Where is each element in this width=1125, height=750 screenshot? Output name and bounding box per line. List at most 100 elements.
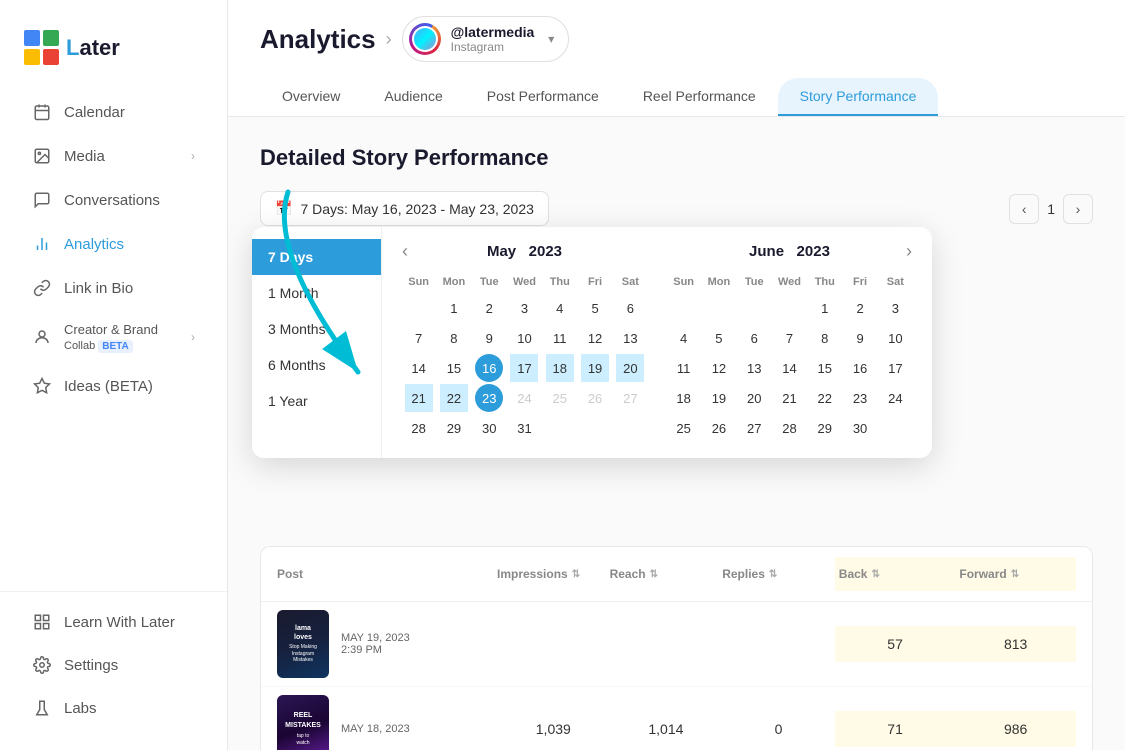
impressions-value: 1,039 bbox=[497, 721, 610, 737]
cal-day-31[interactable]: 31 bbox=[510, 414, 538, 442]
jun-day-30[interactable]: 30 bbox=[846, 414, 874, 442]
day-header: Wed bbox=[773, 272, 806, 292]
tab-post-performance[interactable]: Post Performance bbox=[465, 78, 621, 116]
cal-day-10[interactable]: 10 bbox=[510, 324, 538, 352]
cal-day-1[interactable]: 1 bbox=[440, 294, 468, 322]
cal-day-12[interactable]: 12 bbox=[581, 324, 609, 352]
cal-day-20[interactable]: 20 bbox=[616, 354, 644, 382]
cal-day-19[interactable]: 19 bbox=[581, 354, 609, 382]
cal-option-3months[interactable]: 3 Months bbox=[252, 311, 381, 347]
cal-option-7days[interactable]: 7 Days bbox=[252, 239, 381, 275]
account-selector[interactable]: @latermedia Instagram ▾ bbox=[402, 16, 570, 62]
jun-day-25[interactable]: 25 bbox=[670, 414, 698, 442]
jun-day-18[interactable]: 18 bbox=[670, 384, 698, 412]
cal-day-2[interactable]: 2 bbox=[475, 294, 503, 322]
col-header-back[interactable]: Back ⇅ bbox=[835, 557, 956, 591]
cal-day-9[interactable]: 9 bbox=[475, 324, 503, 352]
jun-day-8[interactable]: 8 bbox=[811, 324, 839, 352]
sidebar-item-media[interactable]: Media › bbox=[8, 135, 219, 177]
logo: Later bbox=[0, 20, 227, 90]
cal-day-17[interactable]: 17 bbox=[510, 354, 538, 382]
jun-day-26[interactable]: 26 bbox=[705, 414, 733, 442]
tab-overview[interactable]: Overview bbox=[260, 78, 362, 116]
cal-day-22[interactable]: 22 bbox=[440, 384, 468, 412]
col-header-post: Post bbox=[277, 567, 497, 581]
jun-day-21[interactable]: 21 bbox=[775, 384, 803, 412]
jun-day-13[interactable]: 13 bbox=[740, 354, 768, 382]
jun-day-6[interactable]: 6 bbox=[740, 324, 768, 352]
cal-day-4[interactable]: 4 bbox=[546, 294, 574, 322]
page-navigation: ‹ 1 › bbox=[1009, 194, 1093, 224]
jun-day-9[interactable]: 9 bbox=[846, 324, 874, 352]
cal-day-27[interactable]: 27 bbox=[616, 384, 644, 412]
jun-day-1[interactable]: 1 bbox=[811, 294, 839, 322]
cal-day-29[interactable]: 29 bbox=[440, 414, 468, 442]
jun-day-16[interactable]: 16 bbox=[846, 354, 874, 382]
cal-day-13[interactable]: 13 bbox=[616, 324, 644, 352]
next-page-button[interactable]: › bbox=[1063, 194, 1093, 224]
col-header-replies[interactable]: Replies ⇅ bbox=[722, 567, 835, 581]
tab-story-performance[interactable]: Story Performance bbox=[778, 78, 939, 116]
cal-day-25[interactable]: 25 bbox=[546, 384, 574, 412]
calendar-dropdown[interactable]: 7 Days 1 Month 3 Months 6 Months 1 Year … bbox=[252, 227, 932, 458]
cal-day-15[interactable]: 15 bbox=[440, 354, 468, 382]
sidebar-item-settings[interactable]: Settings bbox=[8, 644, 219, 686]
cal-day-3[interactable]: 3 bbox=[510, 294, 538, 322]
sidebar-item-creator-brand[interactable]: Creator & BrandCollab BETA › bbox=[8, 311, 219, 363]
next-month-button[interactable]: › bbox=[906, 241, 912, 262]
jun-day-23[interactable]: 23 bbox=[846, 384, 874, 412]
jun-day-27[interactable]: 27 bbox=[740, 414, 768, 442]
cal-day-21[interactable]: 21 bbox=[405, 384, 433, 412]
jun-day-7[interactable]: 7 bbox=[775, 324, 803, 352]
cal-day-6[interactable]: 6 bbox=[616, 294, 644, 322]
col-header-impressions[interactable]: Impressions ⇅ bbox=[497, 567, 610, 581]
jun-day-17[interactable]: 17 bbox=[881, 354, 909, 382]
sidebar-item-ideas[interactable]: Ideas (BETA) bbox=[8, 365, 219, 407]
cal-day-18[interactable]: 18 bbox=[546, 354, 574, 382]
cal-day-16[interactable]: 16 bbox=[475, 354, 503, 382]
sidebar-item-learn[interactable]: Learn With Later bbox=[8, 601, 219, 643]
jun-day-24[interactable]: 24 bbox=[881, 384, 909, 412]
jun-day-14[interactable]: 14 bbox=[775, 354, 803, 382]
jun-day-29[interactable]: 29 bbox=[811, 414, 839, 442]
cal-day-23[interactable]: 23 bbox=[475, 384, 503, 412]
forward-value: 813 bbox=[955, 626, 1076, 662]
jun-day-4[interactable]: 4 bbox=[670, 324, 698, 352]
jun-day-22[interactable]: 22 bbox=[811, 384, 839, 412]
cal-day-14[interactable]: 14 bbox=[405, 354, 433, 382]
cal-day-26[interactable]: 26 bbox=[581, 384, 609, 412]
cal-day-7[interactable]: 7 bbox=[405, 324, 433, 352]
cal-option-1year[interactable]: 1 Year bbox=[252, 383, 381, 419]
col-header-reach[interactable]: Reach ⇅ bbox=[610, 567, 723, 581]
prev-page-button[interactable]: ‹ bbox=[1009, 194, 1039, 224]
sidebar-item-analytics[interactable]: Analytics bbox=[8, 223, 219, 265]
cal-option-1month[interactable]: 1 Month bbox=[252, 275, 381, 311]
cal-day-24[interactable]: 24 bbox=[510, 384, 538, 412]
sidebar-item-calendar[interactable]: Calendar bbox=[8, 91, 219, 133]
col-header-forward[interactable]: Forward ⇅ bbox=[955, 557, 1076, 591]
jun-day-5[interactable]: 5 bbox=[705, 324, 733, 352]
cal-day-11[interactable]: 11 bbox=[546, 324, 574, 352]
prev-month-button[interactable]: ‹ bbox=[402, 241, 408, 262]
jun-day-3[interactable]: 3 bbox=[881, 294, 909, 322]
cal-day-28[interactable]: 28 bbox=[405, 414, 433, 442]
cal-day-8[interactable]: 8 bbox=[440, 324, 468, 352]
tab-reel-performance[interactable]: Reel Performance bbox=[621, 78, 778, 116]
calendar-options-sidebar: 7 Days 1 Month 3 Months 6 Months 1 Year bbox=[252, 227, 382, 458]
jun-day-11[interactable]: 11 bbox=[670, 354, 698, 382]
jun-day-19[interactable]: 19 bbox=[705, 384, 733, 412]
cal-day-30[interactable]: 30 bbox=[475, 414, 503, 442]
sidebar-item-conversations[interactable]: Conversations bbox=[8, 179, 219, 221]
date-range-picker[interactable]: 📅 7 Days: May 16, 2023 - May 23, 2023 bbox=[260, 191, 549, 226]
jun-day-28[interactable]: 28 bbox=[775, 414, 803, 442]
tab-audience[interactable]: Audience bbox=[362, 78, 464, 116]
jun-day-12[interactable]: 12 bbox=[705, 354, 733, 382]
cal-day-5[interactable]: 5 bbox=[581, 294, 609, 322]
sidebar-item-link-bio[interactable]: Link in Bio bbox=[8, 267, 219, 309]
sidebar-item-labs[interactable]: Labs bbox=[8, 687, 219, 729]
jun-day-2[interactable]: 2 bbox=[846, 294, 874, 322]
jun-day-20[interactable]: 20 bbox=[740, 384, 768, 412]
cal-option-6months[interactable]: 6 Months bbox=[252, 347, 381, 383]
jun-day-15[interactable]: 15 bbox=[811, 354, 839, 382]
jun-day-10[interactable]: 10 bbox=[881, 324, 909, 352]
